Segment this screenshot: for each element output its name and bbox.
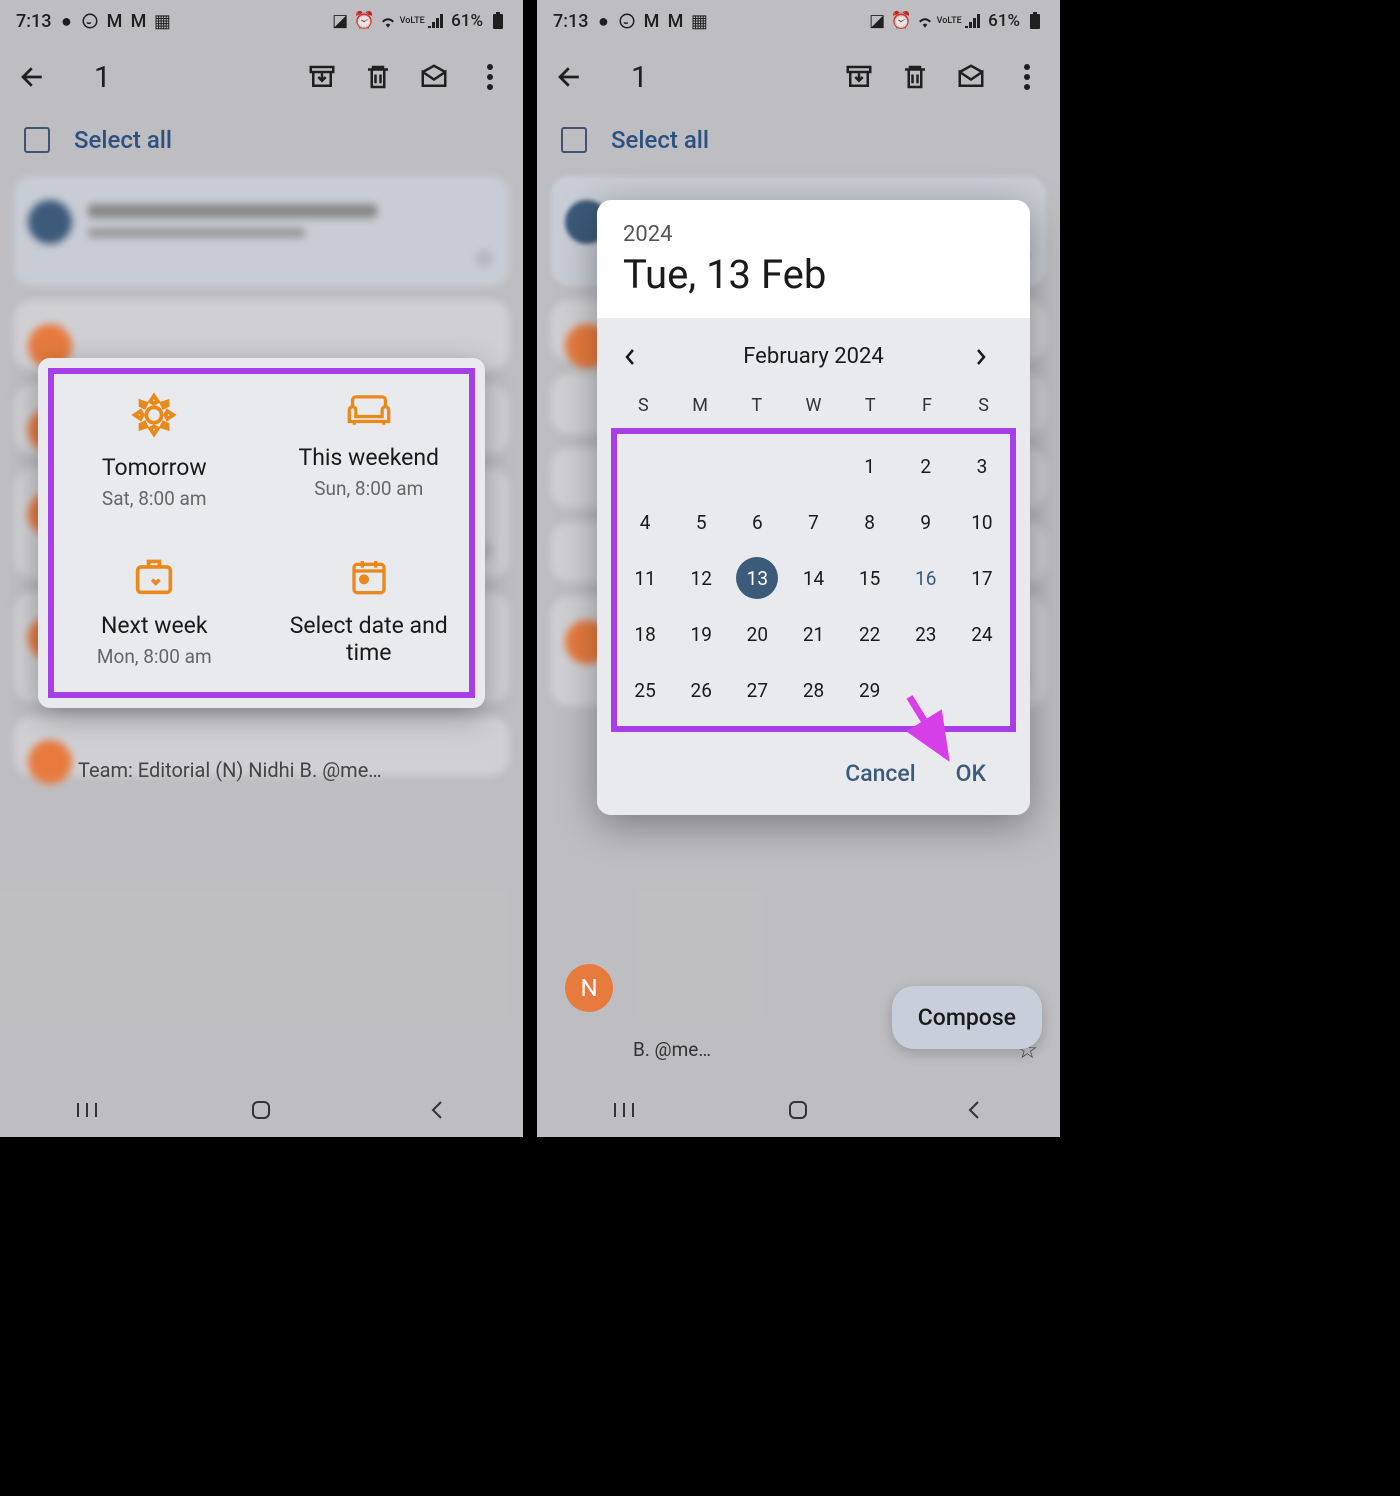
calendar-day[interactable]: 21: [785, 606, 841, 662]
nav-recents-icon[interactable]: [73, 1100, 101, 1120]
calendar-grid: 1234567891011121314151617181920212223242…: [617, 438, 1010, 718]
date-picker-popup: 2024 Tue, 13 Feb February 2024 SMTWTFS 1…: [597, 200, 1030, 815]
calendar-day[interactable]: 15: [842, 550, 898, 606]
calendar-day[interactable]: 5: [673, 494, 729, 550]
weekday-label: S: [955, 395, 1012, 416]
nav-recents-icon[interactable]: [610, 1100, 638, 1120]
snooze-weekend[interactable]: This weekend Sun, 8:00 am: [267, 384, 472, 518]
weekday-label: W: [785, 395, 842, 416]
calendar-day[interactable]: 6: [729, 494, 785, 550]
calendar-day: [729, 438, 785, 494]
snooze-popup: Tomorrow Sat, 8:00 am This weekend Sun, …: [38, 358, 485, 708]
nav-home-icon[interactable]: [784, 1100, 812, 1120]
couch-icon: [346, 392, 392, 428]
calendar-day[interactable]: 3: [954, 438, 1010, 494]
snooze-nextweek-sub: Mon, 8:00 am: [97, 645, 212, 668]
nav-home-icon[interactable]: [247, 1100, 275, 1120]
weekday-label: F: [899, 395, 956, 416]
annotation-highlight: 1234567891011121314151617181920212223242…: [611, 428, 1016, 732]
calendar-day[interactable]: 29: [842, 662, 898, 718]
calendar-day[interactable]: 25: [617, 662, 673, 718]
calendar-day[interactable]: 17: [954, 550, 1010, 606]
calendar-day[interactable]: 27: [729, 662, 785, 718]
calendar-day[interactable]: 24: [954, 606, 1010, 662]
snooze-nextweek[interactable]: Next week Mon, 8:00 am: [52, 548, 257, 680]
calendar-day[interactable]: 18: [617, 606, 673, 662]
snooze-custom-title: Select date and time: [275, 612, 464, 666]
calendar-day[interactable]: 10: [954, 494, 1010, 550]
calendar-day[interactable]: 4: [617, 494, 673, 550]
nav-bar: [0, 1083, 523, 1137]
teaser-line: Team: Editorial (N) Nidhi B. @me…: [78, 758, 382, 782]
date-full: Tue, 13 Feb: [623, 251, 1004, 298]
calendar-icon: [349, 556, 389, 596]
snooze-tomorrow-sub: Sat, 8:00 am: [102, 487, 207, 510]
cancel-button[interactable]: Cancel: [845, 760, 915, 787]
calendar-day: [954, 662, 1010, 718]
right-screenshot: 7:13 ● M M ▦ ◪ ⏰ VoLTE 61% 1 Select all: [537, 0, 1060, 1137]
weekday-label: S: [615, 395, 672, 416]
nav-back-icon[interactable]: [422, 1100, 450, 1120]
list-item[interactable]: ☆: [14, 176, 509, 286]
calendar-day[interactable]: 2: [898, 438, 954, 494]
calendar-day[interactable]: 16: [898, 550, 954, 606]
calendar-day: [785, 438, 841, 494]
snooze-nextweek-title: Next week: [101, 612, 208, 639]
snooze-custom[interactable]: Select date and time: [267, 548, 472, 680]
nav-bar: [537, 1083, 1060, 1137]
calendar-day[interactable]: 9: [898, 494, 954, 550]
weekday-label: T: [728, 395, 785, 416]
ok-button[interactable]: OK: [956, 760, 986, 787]
calendar-day[interactable]: 19: [673, 606, 729, 662]
snooze-weekend-title: This weekend: [298, 444, 439, 471]
calendar-day[interactable]: 22: [842, 606, 898, 662]
calendar-day[interactable]: 23: [898, 606, 954, 662]
snooze-tomorrow[interactable]: Tomorrow Sat, 8:00 am: [52, 384, 257, 518]
weekday-label: T: [842, 395, 899, 416]
compose-button[interactable]: Compose: [892, 986, 1042, 1049]
date-header: 2024 Tue, 13 Feb: [597, 200, 1030, 318]
calendar-day[interactable]: 11: [617, 550, 673, 606]
calendar-day[interactable]: 8: [842, 494, 898, 550]
calendar-day: [617, 438, 673, 494]
date-year[interactable]: 2024: [623, 222, 1004, 247]
month-nav: February 2024: [611, 336, 1016, 385]
snippet: B. @me…: [633, 1038, 711, 1061]
calendar-day[interactable]: 20: [729, 606, 785, 662]
calendar-day[interactable]: 26: [673, 662, 729, 718]
prev-month-icon[interactable]: [623, 347, 653, 367]
calendar-day[interactable]: 14: [785, 550, 841, 606]
nav-back-icon[interactable]: [959, 1100, 987, 1120]
month-label[interactable]: February 2024: [743, 344, 883, 369]
weekday-label: M: [672, 395, 729, 416]
calendar-day[interactable]: 13: [729, 550, 785, 606]
snooze-tomorrow-title: Tomorrow: [102, 454, 207, 481]
calendar-day[interactable]: 1: [842, 438, 898, 494]
calendar-day[interactable]: 28: [785, 662, 841, 718]
calendar-day[interactable]: 7: [785, 494, 841, 550]
briefcase-icon: [132, 556, 176, 596]
next-month-icon[interactable]: [974, 347, 1004, 367]
left-screenshot: 7:13 ● M M ▦ ◪ ⏰ VoLTE 61% 1 Select all: [0, 0, 523, 1137]
sun-icon: [131, 392, 177, 438]
weekday-row: SMTWTFS: [611, 385, 1016, 424]
snooze-weekend-sub: Sun, 8:00 am: [314, 477, 423, 500]
avatar: N: [565, 964, 613, 1012]
calendar-day[interactable]: 12: [673, 550, 729, 606]
calendar-day: [673, 438, 729, 494]
